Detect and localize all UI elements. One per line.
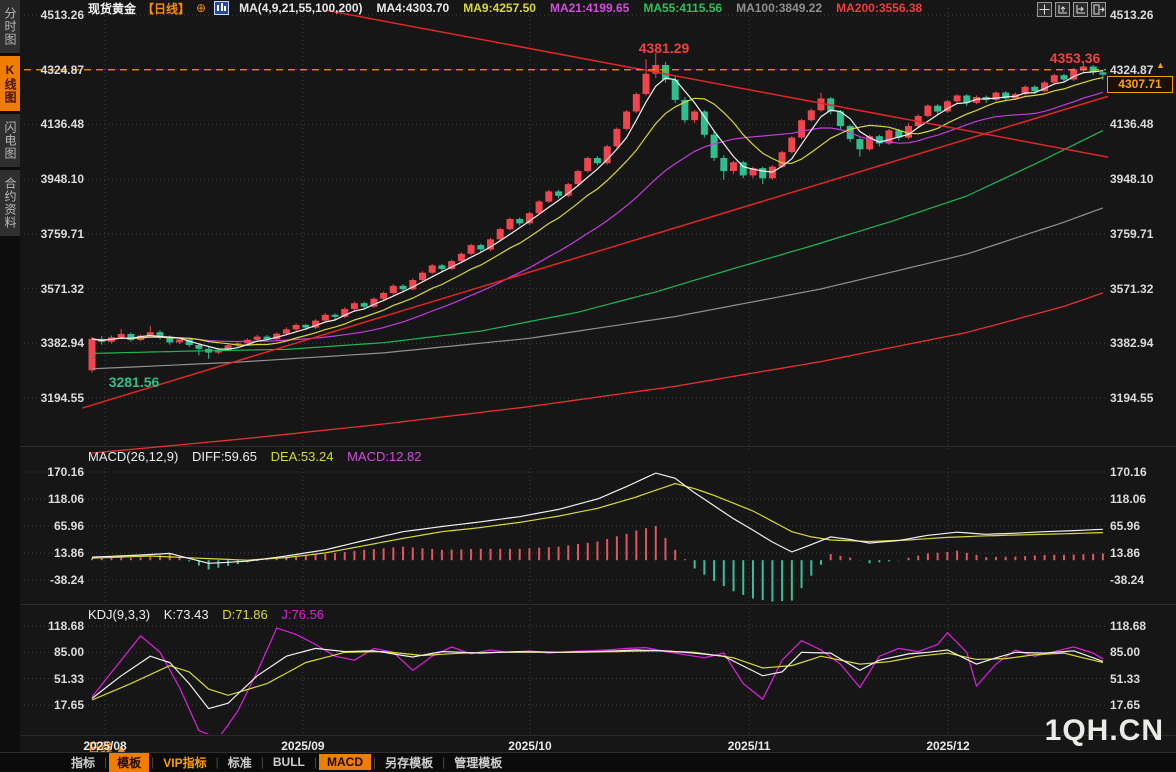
chart-header: 现货黄金 【日线】 ⊕ MA(4,9,21,55,100,200) MA4:430… [20, 0, 1176, 16]
sidebar-tab-合约资料[interactable]: 合约资料 [0, 170, 20, 236]
axis-tick-l-118.06: 118.06 [22, 492, 84, 506]
symbol-name: 现货黄金 [88, 0, 136, 17]
date-label-2025/12: 2025/12 [926, 739, 969, 753]
toolbar-button-指标[interactable]: 指标 [62, 754, 104, 771]
ma-params: MA(4,9,21,55,100,200) [239, 1, 362, 15]
date-label-2025/08: 2025/08 [83, 739, 126, 753]
axis-tick-r-3759.71: 3759.71 [1110, 227, 1174, 241]
sidebar-tab-闪电图[interactable]: 闪电图 [0, 114, 20, 167]
date-label-2025/10: 2025/10 [508, 739, 551, 753]
zoom-axis-up-icon[interactable] [1055, 2, 1070, 17]
ma-value-4: MA100:3849.22 [736, 1, 822, 15]
axis-tick-r-65.96: 65.96 [1110, 519, 1174, 533]
axis-tick-l-4324.87: 4324.87 [22, 63, 84, 77]
exit-chart-icon[interactable] [1091, 2, 1106, 17]
axis-tick-r-51.33: 51.33 [1110, 672, 1174, 686]
toolbar-button-BULL[interactable]: BULL [264, 755, 314, 769]
toolbar-button-管理模板[interactable]: 管理模板 [445, 754, 511, 771]
period-label[interactable]: 【日线】 [142, 0, 190, 17]
axis-tick-l-170.16: 170.16 [22, 465, 84, 479]
ma-value-0: MA4:4303.70 [377, 1, 450, 15]
chart-type-icon[interactable] [214, 1, 229, 15]
axis-tick-l-85: 85.00 [22, 645, 84, 659]
left-sidebar: 分时图 K线图闪电图合约资料 [0, 0, 20, 771]
axis-tick-r-170.16: 170.16 [1110, 465, 1174, 479]
zoom-axis-right-icon[interactable] [1073, 2, 1088, 17]
axis-tick-r-3571.32: 3571.32 [1110, 282, 1174, 296]
sidebar-tab-分时图[interactable]: 分时图 [0, 0, 20, 53]
axis-tick-r-4136.48: 4136.48 [1110, 117, 1174, 131]
axis-tick-l-3194.55: 3194.55 [22, 391, 84, 405]
toolbar-separator: | [314, 755, 317, 769]
axis-tick-r-118.68: 118.68 [1110, 619, 1174, 633]
axis-tick-l-65.96: 65.96 [22, 519, 84, 533]
axis-tick-l-3382.94: 3382.94 [22, 336, 84, 350]
swing-high-label: 4381.29 [639, 40, 690, 56]
toolbar-button-模板[interactable]: 模板 [109, 753, 149, 772]
move-icon[interactable] [1037, 2, 1052, 17]
kdj-j-value: J:76.56 [281, 607, 324, 622]
date-label-2025/09: 2025/09 [281, 739, 324, 753]
toolbar-button-标准[interactable]: 标准 [219, 754, 261, 771]
watermark: 1QH.CN [1045, 714, 1164, 748]
toolbar-button-另存模板[interactable]: 另存模板 [376, 754, 442, 771]
kdj-d-value: D:71.86 [222, 607, 268, 622]
sidebar-tab-K线图[interactable]: K线图 [0, 56, 20, 111]
expand-circle-icon[interactable]: ⊕ [196, 1, 206, 15]
axis-tick-r-3194.55: 3194.55 [1110, 391, 1174, 405]
ma-value-5: MA200:3556.38 [836, 1, 922, 15]
macd-panel-header[interactable]: MACD(26,12,9) DIFF:59.65 DEA:53.24 MACD:… [88, 449, 432, 464]
last-price-box: 4307.71 [1107, 76, 1173, 93]
axis-tick-r-17.65: 17.65 [1110, 698, 1174, 712]
toolbar-button-MACD[interactable]: MACD [319, 754, 371, 770]
macd-macd-value: MACD:12.82 [347, 449, 421, 464]
level-marker-icon[interactable]: ▲ [1156, 60, 1165, 70]
axis-tick-l-118.68: 118.68 [22, 619, 84, 633]
swing-low-label: 3281.56 [109, 374, 160, 390]
kdj-title: KDJ(9,3,3) [88, 607, 150, 622]
axis-tick-l--38.24: -38.24 [22, 573, 84, 587]
indicator-toolbar: 指标|模板|VIP指标|标准|BULL|MACD|另存模板|管理模板 [0, 752, 1176, 771]
axis-tick-r--38.24: -38.24 [1110, 573, 1174, 587]
recent-high-label: 4353.36 [1050, 50, 1101, 66]
macd-dea-value: DEA:53.24 [271, 449, 334, 464]
toolbar-button-VIP指标[interactable]: VIP指标 [154, 754, 215, 771]
axis-tick-r-85: 85.00 [1110, 645, 1174, 659]
ma-value-1: MA9:4257.50 [463, 1, 536, 15]
axis-tick-l-3759.71: 3759.71 [22, 227, 84, 241]
axis-tick-l-4136.48: 4136.48 [22, 117, 84, 131]
chart-canvas[interactable] [0, 0, 1176, 771]
ma-value-3: MA55:4115.56 [643, 1, 722, 15]
axis-tick-r-13.86: 13.86 [1110, 546, 1174, 560]
macd-title: MACD(26,12,9) [88, 449, 178, 464]
axis-tick-r-3382.94: 3382.94 [1110, 336, 1174, 350]
axis-tick-r-118.06: 118.06 [1110, 492, 1174, 506]
ma-values-row: MA(4,9,21,55,100,200) MA4:4303.70 MA9:4257… [239, 1, 922, 15]
axis-tick-l-3571.32: 3571.32 [22, 282, 84, 296]
toolbar-separator: | [104, 755, 107, 769]
kdj-panel-header[interactable]: KDJ(9,3,3) K:73.43 D:71.86 J:76.56 [88, 607, 334, 622]
macd-diff-value: DIFF:59.65 [192, 449, 257, 464]
date-label-2025/11: 2025/11 [728, 739, 771, 753]
axis-tick-l-51.33: 51.33 [22, 672, 84, 686]
charting-app: 分时图 K线图闪电图合约资料 现货黄金 【日线】 ⊕ MA(4,9,21,55,1… [0, 0, 1176, 771]
axis-tick-l-3948.1: 3948.10 [22, 172, 84, 186]
kdj-k-value: K:73.43 [164, 607, 209, 622]
chart-toolbar-icons [1037, 2, 1106, 17]
ma-value-2: MA21:4199.65 [550, 1, 629, 15]
axis-tick-l-17.65: 17.65 [22, 698, 84, 712]
axis-tick-r-3948.1: 3948.10 [1110, 172, 1174, 186]
axis-tick-l-13.86: 13.86 [22, 546, 84, 560]
